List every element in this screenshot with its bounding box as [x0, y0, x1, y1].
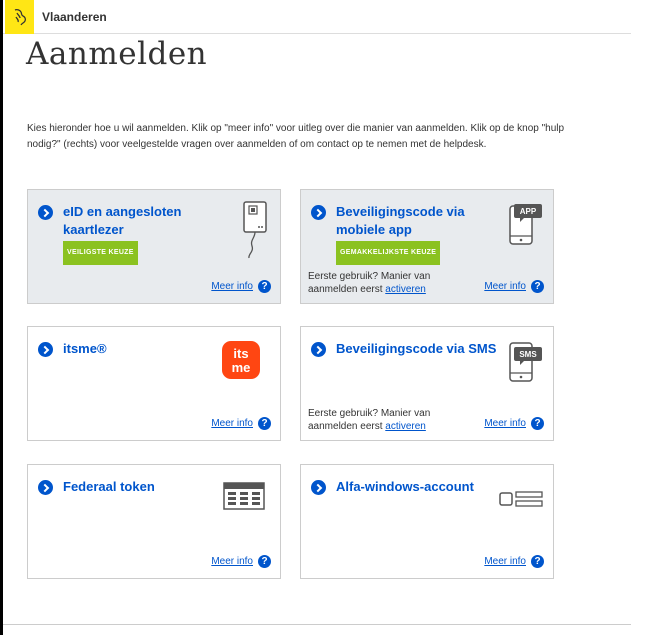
itsme-logo-bottom: me: [232, 360, 251, 375]
option-title-text: eID en aangesloten kaartlezer: [63, 204, 182, 237]
more-info-label: Meer info: [484, 281, 526, 292]
safest-choice-badge: VEILIGSTE KEUZE: [63, 241, 138, 265]
help-question-icon[interactable]: ?: [258, 280, 271, 293]
more-info-link[interactable]: Meer info ?: [484, 280, 544, 293]
help-question-icon[interactable]: ?: [258, 555, 271, 568]
chevron-right-icon: [311, 205, 326, 220]
intro-text: Kies hieronder hoe u wil aanmelden. Klik…: [27, 123, 565, 150]
itsme-logo-top: its: [233, 346, 248, 361]
more-info-link[interactable]: Meer info ?: [211, 280, 271, 293]
vlaanderen-logo[interactable]: [5, 0, 34, 34]
help-question-icon[interactable]: ?: [531, 555, 544, 568]
more-info-link[interactable]: Meer info ?: [211, 417, 271, 430]
first-use-note: Eerste gebruik? Manier van aanmelden eer…: [308, 270, 478, 296]
option-title-token: Federaal token: [63, 479, 155, 494]
more-info-link[interactable]: Meer info ?: [484, 417, 544, 430]
more-info-link[interactable]: Meer info ?: [211, 555, 271, 568]
first-use-note: Eerste gebruik? Manier van aanmelden eer…: [308, 407, 478, 433]
login-option-federal-token[interactable]: Federaal token Meer info ?: [27, 464, 281, 579]
activate-link[interactable]: activeren: [385, 284, 426, 295]
more-info-label: Meer info: [211, 556, 253, 567]
more-info-label: Meer info: [211, 281, 253, 292]
brand-name[interactable]: Vlaanderen: [42, 10, 107, 24]
help-question-icon[interactable]: ?: [531, 417, 544, 430]
option-title-sms: Beveiligingscode via SMS: [336, 341, 497, 356]
option-title-alfa: Alfa-windows-account: [336, 479, 474, 494]
token-grid-icon: [223, 482, 265, 510]
more-info-label: Meer info: [484, 418, 526, 429]
left-edge-bar: [0, 0, 3, 635]
sms-icon-text: SMS: [519, 350, 537, 359]
activate-link[interactable]: activeren: [385, 421, 426, 432]
lion-icon: [14, 8, 27, 26]
option-title-itsme: itsme®: [63, 341, 107, 356]
windows-account-icon: [499, 491, 543, 507]
help-question-icon[interactable]: ?: [531, 280, 544, 293]
help-question-icon[interactable]: ?: [258, 417, 271, 430]
phone-sms-icon: SMS: [509, 342, 542, 382]
app-icon-text: APP: [520, 207, 537, 216]
login-option-mobile-app[interactable]: Beveiligingscode via mobiele app GEMAKKE…: [300, 189, 554, 304]
chevron-right-icon: [38, 342, 53, 357]
phone-app-icon: APP: [509, 204, 542, 245]
chevron-right-icon: [311, 342, 326, 357]
login-option-eid[interactable]: eID en aangesloten kaartlezer VEILIGSTE …: [27, 189, 281, 304]
chevron-right-icon: [38, 205, 53, 220]
option-title-app: Beveiligingscode via mobiele app GEMAKKE…: [336, 203, 496, 265]
easiest-choice-badge: GEMAKKELIJKSTE KEUZE: [336, 241, 441, 265]
page-title: Aanmelden: [26, 36, 208, 72]
option-title-eid: eID en aangesloten kaartlezer VEILIGSTE …: [63, 203, 223, 265]
chevron-right-icon: [38, 480, 53, 495]
more-info-link[interactable]: Meer info ?: [484, 555, 544, 568]
login-option-alfa-windows[interactable]: Alfa-windows-account Meer info ?: [300, 464, 554, 579]
chevron-right-icon: [311, 480, 326, 495]
login-option-itsme[interactable]: itsme® its me Meer info ?: [27, 326, 281, 441]
option-title-text: Beveiligingscode via mobiele app: [336, 204, 465, 237]
login-option-sms[interactable]: Beveiligingscode via SMS SMS Eerste gebr…: [300, 326, 554, 441]
footer-divider: [3, 624, 631, 625]
more-info-label: Meer info: [484, 556, 526, 567]
card-reader-icon: [243, 201, 267, 259]
site-header: Vlaanderen: [3, 0, 631, 34]
more-info-label: Meer info: [211, 418, 253, 429]
itsme-logo-icon: its me: [222, 341, 260, 379]
